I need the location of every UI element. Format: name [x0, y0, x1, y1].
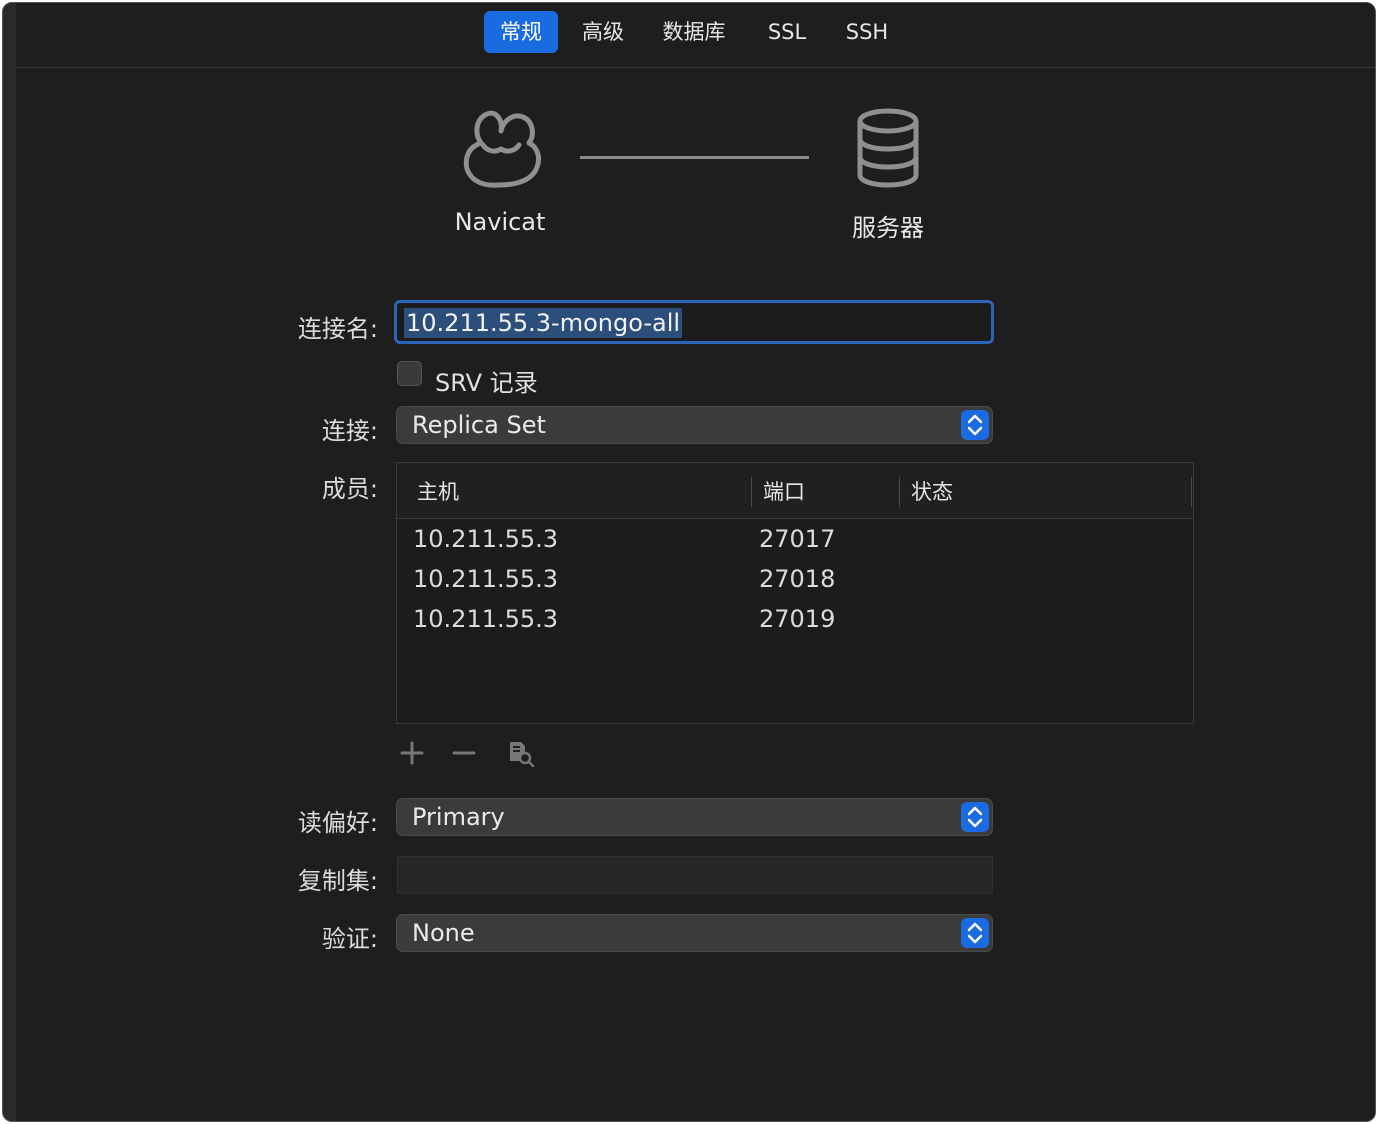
- server-label: 服务器: [852, 214, 924, 242]
- members-label: 成员:: [321, 475, 378, 503]
- authentication-label: 验证:: [321, 925, 378, 953]
- connection-type-value: Replica Set: [412, 411, 546, 439]
- cell-host: 10.211.55.3: [413, 525, 559, 553]
- column-separator[interactable]: [899, 477, 900, 507]
- tab-general[interactable]: 常规: [484, 11, 558, 53]
- replica-set-field[interactable]: [397, 856, 993, 894]
- tab-ssl[interactable]: SSL: [758, 11, 816, 53]
- plus-icon[interactable]: [400, 741, 424, 765]
- navicat-logo-icon: [463, 110, 542, 188]
- column-separator: [1191, 477, 1192, 507]
- connection-dialog: 常规 高级 数据库 SSL SSH Navicat 服务器 连接名: 10.21…: [2, 2, 1376, 1122]
- minus-icon[interactable]: [452, 741, 476, 765]
- tab-ssh[interactable]: SSH: [836, 11, 898, 53]
- connection-type-label: 连接:: [321, 417, 378, 445]
- connection-type-select[interactable]: Replica Set: [396, 406, 993, 444]
- connection-name-label: 连接名:: [297, 315, 378, 343]
- column-separator[interactable]: [751, 477, 752, 507]
- window-edge: [3, 3, 16, 1121]
- client-label: Navicat: [454, 208, 546, 236]
- connection-name-value: 10.211.55.3-mongo-all: [404, 308, 683, 338]
- tab-advanced[interactable]: 高级: [572, 11, 634, 53]
- connection-line: [580, 156, 809, 159]
- authentication-select[interactable]: None: [396, 914, 993, 952]
- tab-bar: 常规 高级 数据库 SSL SSH: [16, 3, 1375, 68]
- chevron-updown-icon: [961, 802, 989, 832]
- cell-port: 27018: [759, 565, 836, 593]
- discover-icon[interactable]: [507, 739, 535, 767]
- cell-port: 27017: [759, 525, 836, 553]
- tab-database[interactable]: 数据库: [654, 11, 734, 53]
- column-status[interactable]: 状态: [911, 476, 953, 506]
- cell-port: 27019: [759, 605, 836, 633]
- connection-name-field[interactable]: 10.211.55.3-mongo-all: [394, 300, 994, 344]
- column-port[interactable]: 端口: [763, 476, 805, 506]
- database-icon: [857, 108, 919, 188]
- srv-label: SRV 记录: [435, 369, 538, 397]
- members-table: 主机 端口 状态 10.211.55.3 27017 10.211.55.3 2…: [396, 462, 1194, 724]
- chevron-updown-icon: [961, 410, 989, 440]
- replica-set-label: 复制集:: [297, 867, 378, 895]
- cell-host: 10.211.55.3: [413, 565, 559, 593]
- table-header: 主机 端口 状态: [397, 463, 1193, 519]
- read-preference-label: 读偏好:: [297, 809, 378, 837]
- chevron-updown-icon: [961, 918, 989, 948]
- read-preference-value: Primary: [412, 803, 505, 831]
- srv-checkbox[interactable]: [397, 361, 422, 386]
- column-host[interactable]: 主机: [417, 476, 459, 506]
- read-preference-select[interactable]: Primary: [396, 798, 993, 836]
- authentication-value: None: [412, 919, 475, 947]
- cell-host: 10.211.55.3: [413, 605, 559, 633]
